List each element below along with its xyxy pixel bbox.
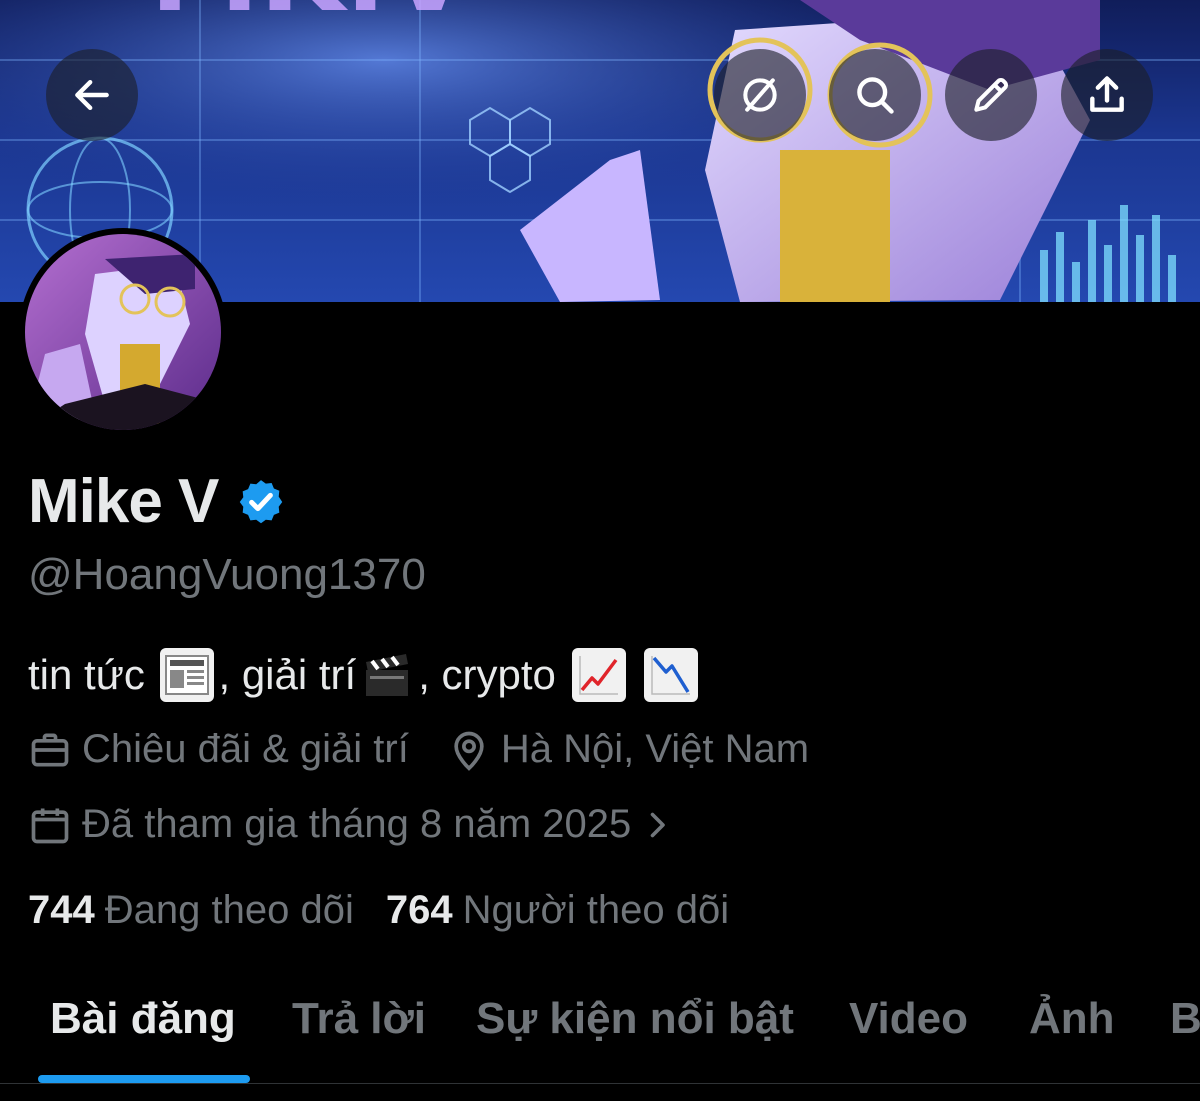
profile-joined-row[interactable]: Đã tham gia tháng 8 năm 2025 (28, 802, 685, 847)
arrow-left-icon (75, 79, 109, 111)
calendar-icon (31, 808, 69, 843)
share-button[interactable] (1061, 49, 1153, 141)
grok-button[interactable] (714, 49, 806, 141)
share-icon (1090, 76, 1124, 112)
briefcase-icon (31, 733, 69, 766)
clapper-board-icon (360, 648, 414, 702)
tab-highlights[interactable]: Sự kiện nổi bật (476, 994, 794, 1044)
grok-icon (743, 78, 777, 112)
profile-location: Hà Nội, Việt Nam (447, 727, 809, 772)
search-button[interactable] (829, 49, 921, 141)
newspaper-icon (160, 648, 215, 702)
search-icon (857, 77, 894, 114)
location-pin-icon (454, 731, 484, 771)
joined-text: Đã tham gia tháng 8 năm 2025 (82, 802, 632, 846)
location-text: Hà Nội, Việt Nam (500, 727, 810, 771)
category-text: Chiêu đãi & giải trí (82, 727, 409, 771)
followers-label: Người theo dõi (462, 888, 730, 932)
tab-photos[interactable]: Ảnh (1029, 994, 1115, 1044)
profile-category: Chiêu đãi & giải trí (28, 727, 409, 772)
following-count: 744 (28, 888, 95, 932)
profile-name-row: Mike V (28, 466, 286, 537)
profile-bio: tin tức , giải trí , crypto (28, 648, 702, 702)
verified-badge-icon[interactable] (236, 477, 286, 527)
active-tab-indicator (38, 1075, 250, 1083)
tab-videos[interactable]: Video (849, 994, 968, 1044)
follow-stats: 744 Đang theo dõi 764 Người theo dõi (28, 888, 729, 933)
tab-more-cut[interactable]: B (1170, 994, 1200, 1044)
profile-tabs: Bài đăng Trả lời Sự kiện nổi bật Video Ả… (0, 990, 1200, 1082)
profile-name: Mike V (28, 467, 219, 536)
following-label: Đang theo dõi (104, 888, 354, 932)
chart-increasing-icon (571, 648, 626, 702)
pencil-icon (974, 78, 1008, 112)
tabs-divider (0, 1083, 1200, 1084)
following-stat[interactable]: 744 Đang theo dõi (28, 888, 354, 933)
bio-text-3: , crypto (418, 651, 568, 698)
followers-stat[interactable]: 764 Người theo dõi (386, 888, 729, 933)
edit-button[interactable] (945, 49, 1037, 141)
tab-posts[interactable]: Bài đăng (50, 994, 236, 1044)
avatar[interactable] (19, 228, 227, 436)
banner-logo-text: MK.V (150, 0, 472, 36)
tab-replies[interactable]: Trả lời (292, 994, 426, 1044)
profile-meta-row: Chiêu đãi & giải trí Hà Nội, Việt Nam (28, 727, 809, 772)
followers-count: 764 (385, 888, 453, 932)
bio-text-2: , giải trí (218, 651, 357, 698)
chevron-right-icon (650, 812, 666, 837)
profile-handle: @HoangVuong1370 (28, 550, 426, 599)
avatar-image (25, 234, 221, 430)
bio-text-1: tin tức (28, 651, 157, 698)
back-button[interactable] (46, 49, 138, 141)
chart-decreasing-icon (643, 648, 698, 702)
